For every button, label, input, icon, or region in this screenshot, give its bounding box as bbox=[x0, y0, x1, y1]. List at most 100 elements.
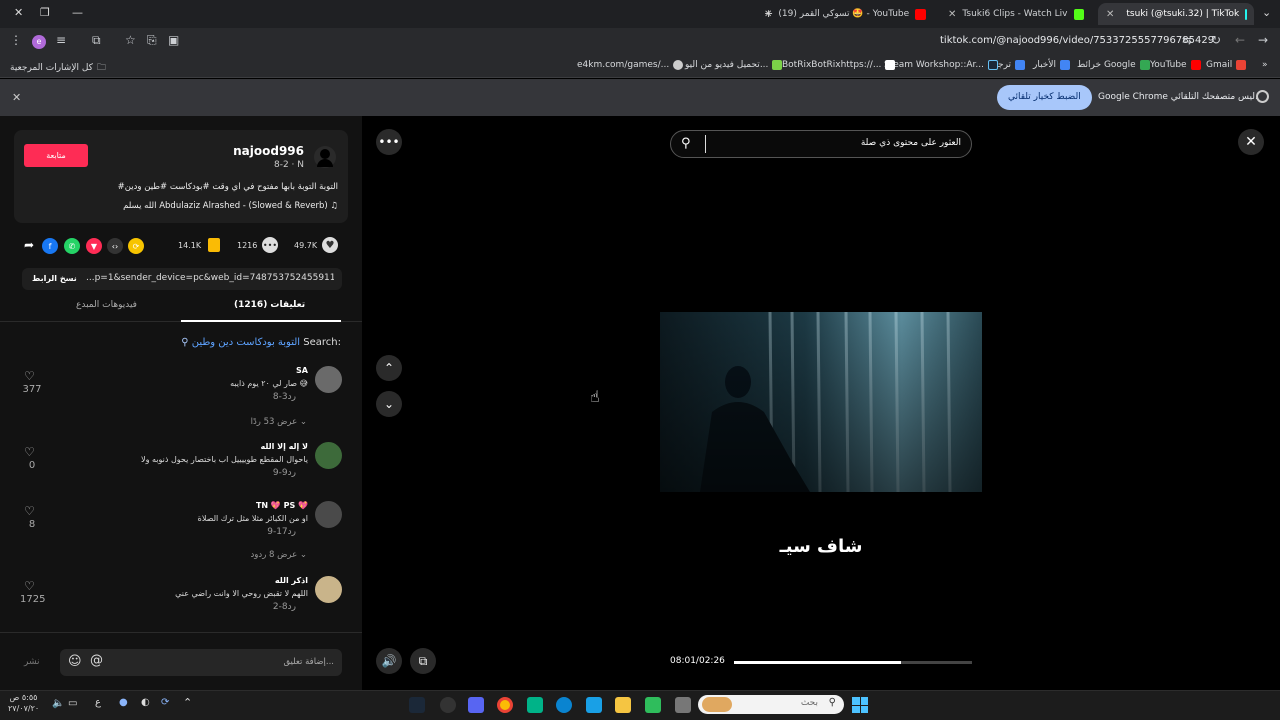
close-tab-icon[interactable]: ✕ bbox=[948, 9, 956, 20]
microphone-icon[interactable]: ● bbox=[119, 697, 128, 708]
minimize-window-icon[interactable]: — bbox=[72, 6, 83, 19]
comment-like-icon[interactable]: ♡ bbox=[24, 579, 35, 593]
taskbar-search[interactable]: بحث ⚲ bbox=[698, 695, 844, 714]
tab-tiktok[interactable]: ✕ tsuki (@tsuki.32) | TikTok bbox=[1098, 3, 1254, 25]
tab-comments[interactable]: تعليقات (1216) bbox=[234, 300, 305, 310]
set-default-button[interactable]: الضبط كخيار تلقائي bbox=[997, 85, 1092, 110]
restore-window-icon[interactable]: ❐ bbox=[40, 6, 50, 19]
video-player[interactable]: ⚲ العثور على محتوى ذي صلة شاف سيـ 08:01/… bbox=[660, 116, 982, 690]
comment-like-icon[interactable]: ♡ bbox=[24, 445, 35, 459]
network-icon[interactable]: ▭ bbox=[68, 698, 77, 709]
video-progress-bar[interactable] bbox=[734, 661, 972, 664]
comment-input[interactable]: ☺ @ إضافة تعليق... bbox=[60, 649, 342, 676]
reload-icon[interactable]: ↻ bbox=[1211, 33, 1221, 47]
chrome-taskbar-icon[interactable] bbox=[497, 697, 513, 713]
file-explorer-icon[interactable] bbox=[615, 697, 631, 713]
obs-icon[interactable] bbox=[440, 697, 456, 713]
cast-icon[interactable]: ▣ bbox=[168, 33, 179, 47]
search-suggestion[interactable]: ⚲ التوبة بودكاست دين وطين Search: bbox=[181, 337, 341, 348]
comment-icon[interactable]: ••• bbox=[262, 237, 278, 253]
bookmark-gmail[interactable]: Gmail bbox=[1206, 60, 1247, 70]
whatsapp-icon[interactable]: ✆ bbox=[64, 238, 80, 254]
xbox-icon[interactable] bbox=[645, 697, 661, 713]
tiktok-share-icon[interactable]: ▼ bbox=[86, 238, 102, 254]
close-tab-icon[interactable]: ✕ bbox=[1106, 9, 1114, 20]
search-icon[interactable]: ⚲ bbox=[681, 136, 691, 151]
commenter-name[interactable]: اذكر الله bbox=[275, 576, 308, 585]
bookmark-download[interactable]: تحميل فيديو من اليو... bbox=[685, 60, 783, 70]
floating-player-icon[interactable]: ⧉ bbox=[410, 648, 436, 674]
new-tab-icon[interactable]: + bbox=[764, 7, 773, 20]
install-icon[interactable]: ⎘ bbox=[147, 33, 157, 48]
extensions-icon[interactable]: ⧉ bbox=[92, 33, 101, 48]
tab-creator-videos[interactable]: فيديوهات المبدع bbox=[76, 300, 137, 310]
commenter-name[interactable]: SA bbox=[296, 366, 308, 375]
tab-youtube[interactable]: ✕ (19) تسوكي القمر 🤩 - YouTube bbox=[756, 3, 936, 25]
creator-avatar[interactable] bbox=[314, 146, 336, 168]
back-icon[interactable]: → bbox=[1258, 33, 1268, 47]
clock[interactable]: ٥:٥٥ ص ٢٧/٠٧/٢٠ bbox=[8, 692, 39, 714]
volume-icon[interactable]: 🔊 bbox=[376, 648, 402, 674]
previous-video-icon[interactable]: ⌃ bbox=[376, 355, 402, 381]
comment-like-icon[interactable]: ♡ bbox=[24, 369, 35, 383]
reply-button[interactable]: رد bbox=[288, 468, 296, 478]
site-settings-icon[interactable]: ⇆ bbox=[1182, 33, 1192, 47]
commenter-name[interactable]: لا إله إلا الله bbox=[261, 442, 308, 451]
bookmark-steam[interactable]: Steam Workshop::Ar... bbox=[884, 60, 999, 70]
store-icon[interactable] bbox=[586, 697, 602, 713]
facebook-icon[interactable]: f bbox=[42, 238, 58, 254]
close-video-icon[interactable]: ✕ bbox=[1238, 129, 1264, 155]
steam-icon[interactable] bbox=[409, 697, 425, 713]
profile-avatar[interactable]: e bbox=[32, 35, 46, 49]
comment-like-icon[interactable]: ♡ bbox=[24, 504, 35, 518]
language-indicator[interactable]: ع bbox=[95, 697, 101, 708]
commenter-avatar[interactable] bbox=[315, 501, 342, 528]
like-heart-icon[interactable]: ♥ bbox=[322, 237, 338, 253]
view-replies-button[interactable]: عرض 8 ردود ⌄ bbox=[251, 550, 307, 560]
copy-link-button[interactable]: نسخ الرابط bbox=[32, 274, 77, 283]
tab-search-icon[interactable]: ⌄ bbox=[1262, 6, 1271, 19]
more-options-icon[interactable]: ••• bbox=[376, 129, 402, 155]
app-icon[interactable] bbox=[527, 697, 543, 713]
windows-start-icon[interactable] bbox=[852, 697, 868, 713]
bookmark-youtube[interactable]: YouTube bbox=[1150, 60, 1201, 70]
app-window-icon[interactable] bbox=[675, 697, 691, 713]
show-hidden-icons[interactable]: ⌃ bbox=[183, 696, 192, 709]
all-bookmarks[interactable]: كل الإشارات المرجعية 🗀 bbox=[10, 60, 106, 76]
discord-icon[interactable] bbox=[468, 697, 484, 713]
speaker-icon[interactable]: 🔈 bbox=[52, 698, 64, 709]
share-link-value[interactable]: ...p=1&sender_device=pc&web_id=748753752… bbox=[86, 273, 334, 283]
follow-button[interactable]: متابعة bbox=[24, 144, 88, 167]
menu-icon[interactable]: ⋮ bbox=[10, 33, 22, 47]
reply-button[interactable]: رد bbox=[288, 527, 296, 537]
more-bookmarks-icon[interactable]: » bbox=[1262, 60, 1268, 70]
related-search-input[interactable]: ⚲ العثور على محتوى ذي صلة bbox=[670, 130, 972, 158]
edge-icon[interactable] bbox=[556, 697, 572, 713]
address-bar[interactable]: tiktok.com/@najood996/video/753372555779… bbox=[940, 35, 1214, 46]
forward-icon[interactable]: ← bbox=[1235, 33, 1245, 47]
creator-username[interactable]: najood996 bbox=[233, 144, 304, 158]
commenter-avatar[interactable] bbox=[315, 576, 342, 603]
embed-icon[interactable]: ‹› bbox=[107, 238, 123, 254]
reply-button[interactable]: رد bbox=[288, 602, 296, 612]
mention-icon[interactable]: @ bbox=[90, 653, 103, 668]
commenter-avatar[interactable] bbox=[315, 442, 342, 469]
reading-list-icon[interactable]: ≡ bbox=[56, 33, 66, 47]
bookmark-icon[interactable] bbox=[208, 238, 220, 252]
view-replies-button[interactable]: عرض 53 ردًا ⌄ bbox=[251, 417, 307, 427]
close-window-icon[interactable]: ✕ bbox=[14, 6, 23, 19]
close-infobar-icon[interactable]: ✕ bbox=[12, 91, 21, 104]
bookmark-maps[interactable]: خرائط Google bbox=[1077, 60, 1150, 70]
commenter-avatar[interactable] bbox=[315, 366, 342, 393]
bookmark-news[interactable]: الأخبار bbox=[1033, 60, 1071, 70]
next-video-icon[interactable]: ⌄ bbox=[376, 391, 402, 417]
music-label[interactable]: الله يسلم Abdulaziz Alrashed - (Slowed &… bbox=[123, 201, 338, 211]
bookmark-botrix[interactable]: BotRixBotRixhttps://... bbox=[782, 60, 896, 70]
tray-app-icon[interactable]: ◐ bbox=[141, 697, 150, 708]
bookmark-e4km[interactable]: e4km.com/games/... bbox=[577, 60, 684, 70]
tab-kick[interactable]: ✕ Tsuki6 Clips - Watch Live on Kick bbox=[940, 3, 1092, 25]
commenter-name[interactable]: TN 💖 PS 💖 bbox=[256, 501, 308, 510]
post-comment-button[interactable]: نشر bbox=[24, 657, 40, 667]
reply-button[interactable]: رد bbox=[288, 392, 296, 402]
emoji-icon[interactable]: ☺ bbox=[68, 654, 82, 669]
